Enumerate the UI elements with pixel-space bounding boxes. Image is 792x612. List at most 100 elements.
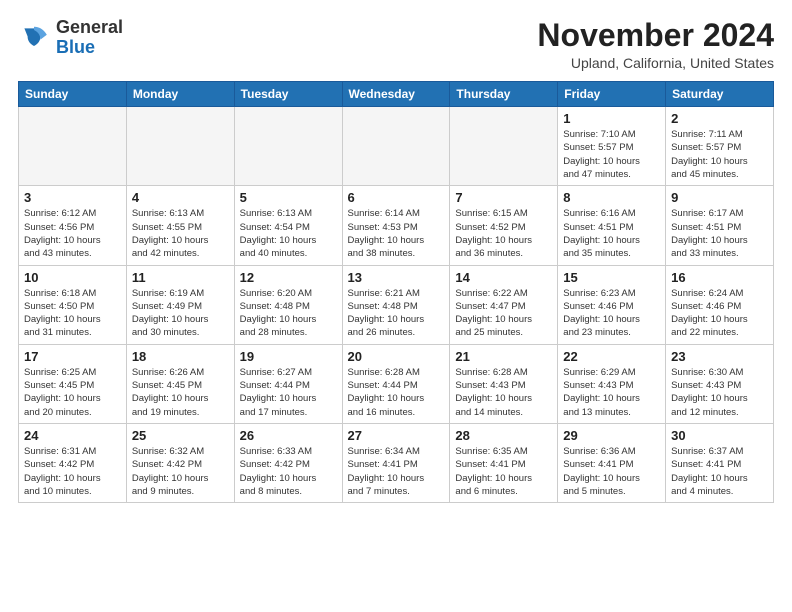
day-info: Sunrise: 6:32 AM Sunset: 4:42 PM Dayligh… — [132, 445, 229, 498]
day-number: 29 — [563, 428, 660, 443]
logo-blue: Blue — [56, 38, 123, 58]
day-number: 5 — [240, 190, 337, 205]
day-number: 2 — [671, 111, 768, 126]
calendar-week-3: 10Sunrise: 6:18 AM Sunset: 4:50 PM Dayli… — [19, 265, 774, 344]
calendar-cell: 9 Sunrise: 6:17 AM Sunset: 4:51 PM Daylig… — [666, 186, 774, 265]
day-number: 27 — [348, 428, 445, 443]
calendar-cell: 27 Sunrise: 6:34 AM Sunset: 4:41 PM Dayli… — [342, 423, 450, 502]
weekday-header-tuesday: Tuesday — [234, 82, 342, 107]
day-info: Sunrise: 6:29 AM Sunset: 4:43 PM Dayligh… — [563, 366, 660, 419]
day-info: Sunrise: 6:31 AM Sunset: 4:42 PM Dayligh… — [24, 445, 121, 498]
day-info: Sunrise: 6:18 AM Sunset: 4:50 PM Dayligh… — [24, 287, 121, 340]
logo-text: General Blue — [56, 18, 123, 58]
day-info: Sunrise: 6:22 AM Sunset: 4:47 PM Dayligh… — [455, 287, 552, 340]
day-info: Sunrise: 6:36 AM Sunset: 4:41 PM Dayligh… — [563, 445, 660, 498]
day-info: Sunrise: 6:17 AM Sunset: 4:51 PM Dayligh… — [671, 207, 768, 260]
day-info: Sunrise: 6:33 AM Sunset: 4:42 PM Dayligh… — [240, 445, 337, 498]
calendar-cell: 15 Sunrise: 6:23 AM Sunset: 4:46 PM Dayli… — [558, 265, 666, 344]
calendar-cell: 29 Sunrise: 6:36 AM Sunset: 4:41 PM Dayli… — [558, 423, 666, 502]
day-info: Sunrise: 6:19 AM Sunset: 4:49 PM Dayligh… — [132, 287, 229, 340]
day-number: 21 — [455, 349, 552, 364]
calendar-cell: 1 Sunrise: 7:10 AM Sunset: 5:57 PM Daylig… — [558, 107, 666, 186]
day-number: 1 — [563, 111, 660, 126]
calendar-cell: 13Sunrise: 6:21 AM Sunset: 4:48 PM Dayli… — [342, 265, 450, 344]
day-number: 8 — [563, 190, 660, 205]
day-number: 22 — [563, 349, 660, 364]
calendar-cell: 30Sunrise: 6:37 AM Sunset: 4:41 PM Dayli… — [666, 423, 774, 502]
day-info: Sunrise: 6:13 AM Sunset: 4:55 PM Dayligh… — [132, 207, 229, 260]
calendar-cell: 26Sunrise: 6:33 AM Sunset: 4:42 PM Dayli… — [234, 423, 342, 502]
weekday-header-sunday: Sunday — [19, 82, 127, 107]
calendar-cell — [342, 107, 450, 186]
day-info: Sunrise: 6:16 AM Sunset: 4:51 PM Dayligh… — [563, 207, 660, 260]
day-info: Sunrise: 6:23 AM Sunset: 4:46 PM Dayligh… — [563, 287, 660, 340]
logo-icon — [18, 22, 50, 54]
calendar-cell: 4Sunrise: 6:13 AM Sunset: 4:55 PM Daylig… — [126, 186, 234, 265]
calendar-cell: 16Sunrise: 6:24 AM Sunset: 4:46 PM Dayli… — [666, 265, 774, 344]
calendar-cell: 23Sunrise: 6:30 AM Sunset: 4:43 PM Dayli… — [666, 344, 774, 423]
calendar-week-4: 17 Sunrise: 6:25 AM Sunset: 4:45 PM Dayli… — [19, 344, 774, 423]
day-number: 15 — [563, 270, 660, 285]
logo: General Blue — [18, 18, 123, 58]
day-info: Sunrise: 6:34 AM Sunset: 4:41 PM Dayligh… — [348, 445, 445, 498]
day-info: Sunrise: 6:27 AM Sunset: 4:44 PM Dayligh… — [240, 366, 337, 419]
weekday-header-wednesday: Wednesday — [342, 82, 450, 107]
day-info: Sunrise: 7:10 AM Sunset: 5:57 PM Dayligh… — [563, 128, 660, 181]
day-number: 12 — [240, 270, 337, 285]
logo-general: General — [56, 18, 123, 38]
day-info: Sunrise: 7:11 AM Sunset: 5:57 PM Dayligh… — [671, 128, 768, 181]
day-number: 9 — [671, 190, 768, 205]
day-number: 24 — [24, 428, 121, 443]
calendar-cell — [234, 107, 342, 186]
day-number: 13 — [348, 270, 445, 285]
day-info: Sunrise: 6:13 AM Sunset: 4:54 PM Dayligh… — [240, 207, 337, 260]
day-info: Sunrise: 6:28 AM Sunset: 4:44 PM Dayligh… — [348, 366, 445, 419]
title-block: November 2024 Upland, California, United… — [537, 18, 774, 71]
location-subtitle: Upland, California, United States — [537, 55, 774, 71]
calendar-cell: 28 Sunrise: 6:35 AM Sunset: 4:41 PM Dayli… — [450, 423, 558, 502]
month-title: November 2024 — [537, 18, 774, 53]
calendar-cell: 17 Sunrise: 6:25 AM Sunset: 4:45 PM Dayli… — [19, 344, 127, 423]
calendar-cell: 14 Sunrise: 6:22 AM Sunset: 4:47 PM Dayli… — [450, 265, 558, 344]
header: General Blue November 2024 Upland, Calif… — [18, 18, 774, 71]
day-info: Sunrise: 6:28 AM Sunset: 4:43 PM Dayligh… — [455, 366, 552, 419]
weekday-header-saturday: Saturday — [666, 82, 774, 107]
weekday-header-friday: Friday — [558, 82, 666, 107]
day-info: Sunrise: 6:35 AM Sunset: 4:41 PM Dayligh… — [455, 445, 552, 498]
calendar-cell: 12 Sunrise: 6:20 AM Sunset: 4:48 PM Dayli… — [234, 265, 342, 344]
calendar-cell: 3Sunrise: 6:12 AM Sunset: 4:56 PM Daylig… — [19, 186, 127, 265]
day-number: 25 — [132, 428, 229, 443]
weekday-header-thursday: Thursday — [450, 82, 558, 107]
day-number: 14 — [455, 270, 552, 285]
calendar-week-5: 24 Sunrise: 6:31 AM Sunset: 4:42 PM Dayli… — [19, 423, 774, 502]
day-number: 7 — [455, 190, 552, 205]
calendar-cell: 25 Sunrise: 6:32 AM Sunset: 4:42 PM Dayli… — [126, 423, 234, 502]
page-container: General Blue November 2024 Upland, Calif… — [0, 0, 792, 511]
calendar-table: SundayMondayTuesdayWednesdayThursdayFrid… — [18, 81, 774, 503]
day-info: Sunrise: 6:20 AM Sunset: 4:48 PM Dayligh… — [240, 287, 337, 340]
day-info: Sunrise: 6:14 AM Sunset: 4:53 PM Dayligh… — [348, 207, 445, 260]
calendar-cell — [19, 107, 127, 186]
day-info: Sunrise: 6:15 AM Sunset: 4:52 PM Dayligh… — [455, 207, 552, 260]
day-number: 11 — [132, 270, 229, 285]
day-number: 16 — [671, 270, 768, 285]
calendar-cell: 2 Sunrise: 7:11 AM Sunset: 5:57 PM Daylig… — [666, 107, 774, 186]
calendar-cell: 8 Sunrise: 6:16 AM Sunset: 4:51 PM Daylig… — [558, 186, 666, 265]
day-number: 19 — [240, 349, 337, 364]
day-number: 17 — [24, 349, 121, 364]
calendar-cell: 19 Sunrise: 6:27 AM Sunset: 4:44 PM Dayli… — [234, 344, 342, 423]
day-info: Sunrise: 6:26 AM Sunset: 4:45 PM Dayligh… — [132, 366, 229, 419]
day-number: 18 — [132, 349, 229, 364]
day-info: Sunrise: 6:37 AM Sunset: 4:41 PM Dayligh… — [671, 445, 768, 498]
calendar-cell: 18 Sunrise: 6:26 AM Sunset: 4:45 PM Dayli… — [126, 344, 234, 423]
calendar-cell: 6Sunrise: 6:14 AM Sunset: 4:53 PM Daylig… — [342, 186, 450, 265]
calendar-cell: 5 Sunrise: 6:13 AM Sunset: 4:54 PM Daylig… — [234, 186, 342, 265]
day-info: Sunrise: 6:30 AM Sunset: 4:43 PM Dayligh… — [671, 366, 768, 419]
day-number: 28 — [455, 428, 552, 443]
day-info: Sunrise: 6:25 AM Sunset: 4:45 PM Dayligh… — [24, 366, 121, 419]
calendar-cell: 11 Sunrise: 6:19 AM Sunset: 4:49 PM Dayli… — [126, 265, 234, 344]
day-number: 3 — [24, 190, 121, 205]
weekday-header-monday: Monday — [126, 82, 234, 107]
calendar-cell — [126, 107, 234, 186]
day-number: 20 — [348, 349, 445, 364]
